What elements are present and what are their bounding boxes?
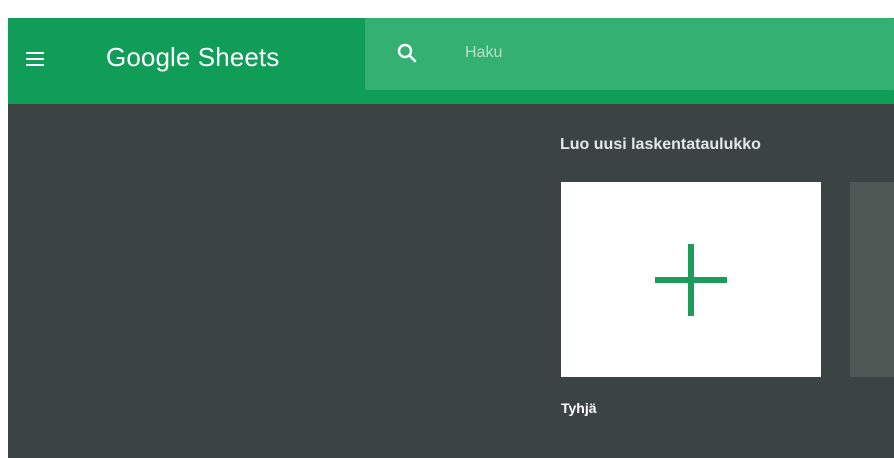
- main-menu-button[interactable]: [24, 47, 48, 71]
- app-frame: Google Sheets Luo uusi laskentataulukko …: [8, 18, 894, 458]
- search-bar[interactable]: [365, 18, 894, 90]
- blank-template-card[interactable]: [561, 182, 821, 377]
- new-spreadsheet-heading: Luo uusi laskentataulukko: [560, 136, 761, 153]
- hamburger-menu-icon: [26, 58, 44, 60]
- search-input[interactable]: [465, 38, 865, 68]
- app-title[interactable]: Google Sheets: [106, 42, 279, 73]
- template-card-partial[interactable]: [850, 182, 894, 377]
- plus-icon: [655, 244, 727, 316]
- blank-template-label[interactable]: Tyhjä: [561, 400, 597, 416]
- top-app-bar: Google Sheets: [8, 18, 894, 104]
- hamburger-menu-icon: [26, 52, 44, 54]
- hamburger-menu-icon: [26, 64, 44, 66]
- search-icon[interactable]: [395, 41, 419, 65]
